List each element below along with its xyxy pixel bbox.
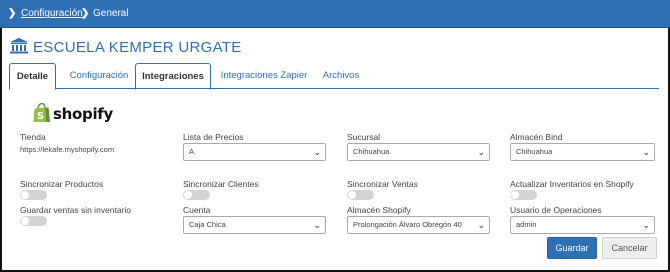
page-header: ESCUELA KEMPER URGATE	[10, 37, 242, 57]
breadcrumb: ❯ Configuración ❯ General	[0, 0, 670, 28]
page-title: ESCUELA KEMPER URGATE	[33, 38, 242, 56]
tab-detalle[interactable]: Detalle	[9, 63, 56, 90]
store-url: https://lekafe.myshopify.com	[20, 145, 115, 154]
warehouse-shopify-select[interactable]: Prolongación Álvaro Obregón 40 ⌄	[347, 216, 490, 234]
warehouse-shopify-value: Prolongación Álvaro Obregón 40	[353, 220, 462, 229]
operations-user-value: admin	[516, 220, 537, 229]
shopify-logo: S shopify	[33, 102, 113, 125]
sync-products-toggle[interactable]	[20, 190, 47, 200]
update-inventory-label: Actualizar Inventarios en Shopify	[510, 179, 634, 189]
tab-archivos[interactable]: Archivos	[316, 63, 366, 90]
toggle-knob	[21, 217, 29, 225]
sync-clients-label: Sincronizar Clientes	[183, 179, 259, 189]
chevron-down-icon: ⌄	[642, 220, 650, 230]
toggle-knob	[511, 191, 519, 199]
store-label: Tienda	[20, 132, 46, 142]
toggle-knob	[21, 191, 29, 199]
price-list-label: Lista de Precios	[183, 132, 244, 142]
branch-select[interactable]: Chihuahua ⌄	[347, 143, 490, 161]
breadcrumb-current: General	[93, 8, 129, 19]
tab-integraciones[interactable]: Integraciones	[135, 63, 211, 90]
breadcrumb-configuracion-link[interactable]: Configuración	[21, 8, 83, 20]
bank-building-icon	[10, 38, 28, 56]
sync-products-label: Sincronizar Productos	[20, 179, 104, 189]
chevron-down-icon: ⌄	[642, 147, 650, 157]
warehouse-shopify-label: Almacén Shopify	[347, 205, 411, 215]
chevron-down-icon: ⌄	[313, 220, 321, 230]
shopify-bag-icon: S	[33, 102, 51, 125]
price-list-value: A	[189, 147, 195, 156]
price-list-select[interactable]: A ⌄	[183, 143, 326, 161]
chevron-down-icon: ⌄	[477, 220, 485, 230]
warehouse-bind-value: Chihuahua	[516, 147, 553, 156]
chevron-right-icon: ❯	[81, 8, 90, 19]
update-inventory-toggle[interactable]	[510, 190, 537, 200]
operations-user-select[interactable]: admin ⌄	[510, 216, 655, 234]
operations-user-label: Usuario de Operaciones	[510, 205, 602, 215]
warehouse-bind-label: Almacén Bind	[510, 132, 563, 142]
account-select[interactable]: Caja Chica ⌄	[183, 216, 326, 234]
toggle-knob	[184, 191, 192, 199]
save-button[interactable]: Guardar	[547, 237, 597, 259]
chevron-down-icon: ⌄	[477, 147, 485, 157]
svg-text:S: S	[37, 111, 44, 122]
branch-label: Sucursal	[347, 132, 381, 142]
account-label: Cuenta	[183, 205, 211, 215]
cancel-button[interactable]: Cancelar	[602, 237, 657, 259]
sales-without-inventory-toggle[interactable]	[20, 216, 47, 226]
chevron-right-icon: ❯	[8, 8, 17, 19]
warehouse-bind-select[interactable]: Chihuahua ⌄	[510, 143, 655, 161]
tab-configuracion[interactable]: Configuración	[61, 63, 137, 90]
account-value: Caja Chica	[189, 220, 226, 229]
sync-sales-toggle[interactable]	[347, 190, 374, 200]
sync-sales-label: Sincronizar Ventas	[347, 179, 418, 189]
tab-bar: Detalle Configuración Integraciones Inte…	[9, 63, 659, 90]
tab-integraciones-zapier[interactable]: Integraciones Zapier	[215, 63, 313, 90]
branch-value: Chihuahua	[353, 147, 390, 156]
chevron-down-icon: ⌄	[313, 147, 321, 157]
sales-without-inventory-label: Guardar ventas sin inventario	[20, 205, 132, 215]
toggle-knob	[348, 191, 356, 199]
shopify-wordmark: shopify	[53, 105, 113, 123]
sync-clients-toggle[interactable]	[183, 190, 210, 200]
